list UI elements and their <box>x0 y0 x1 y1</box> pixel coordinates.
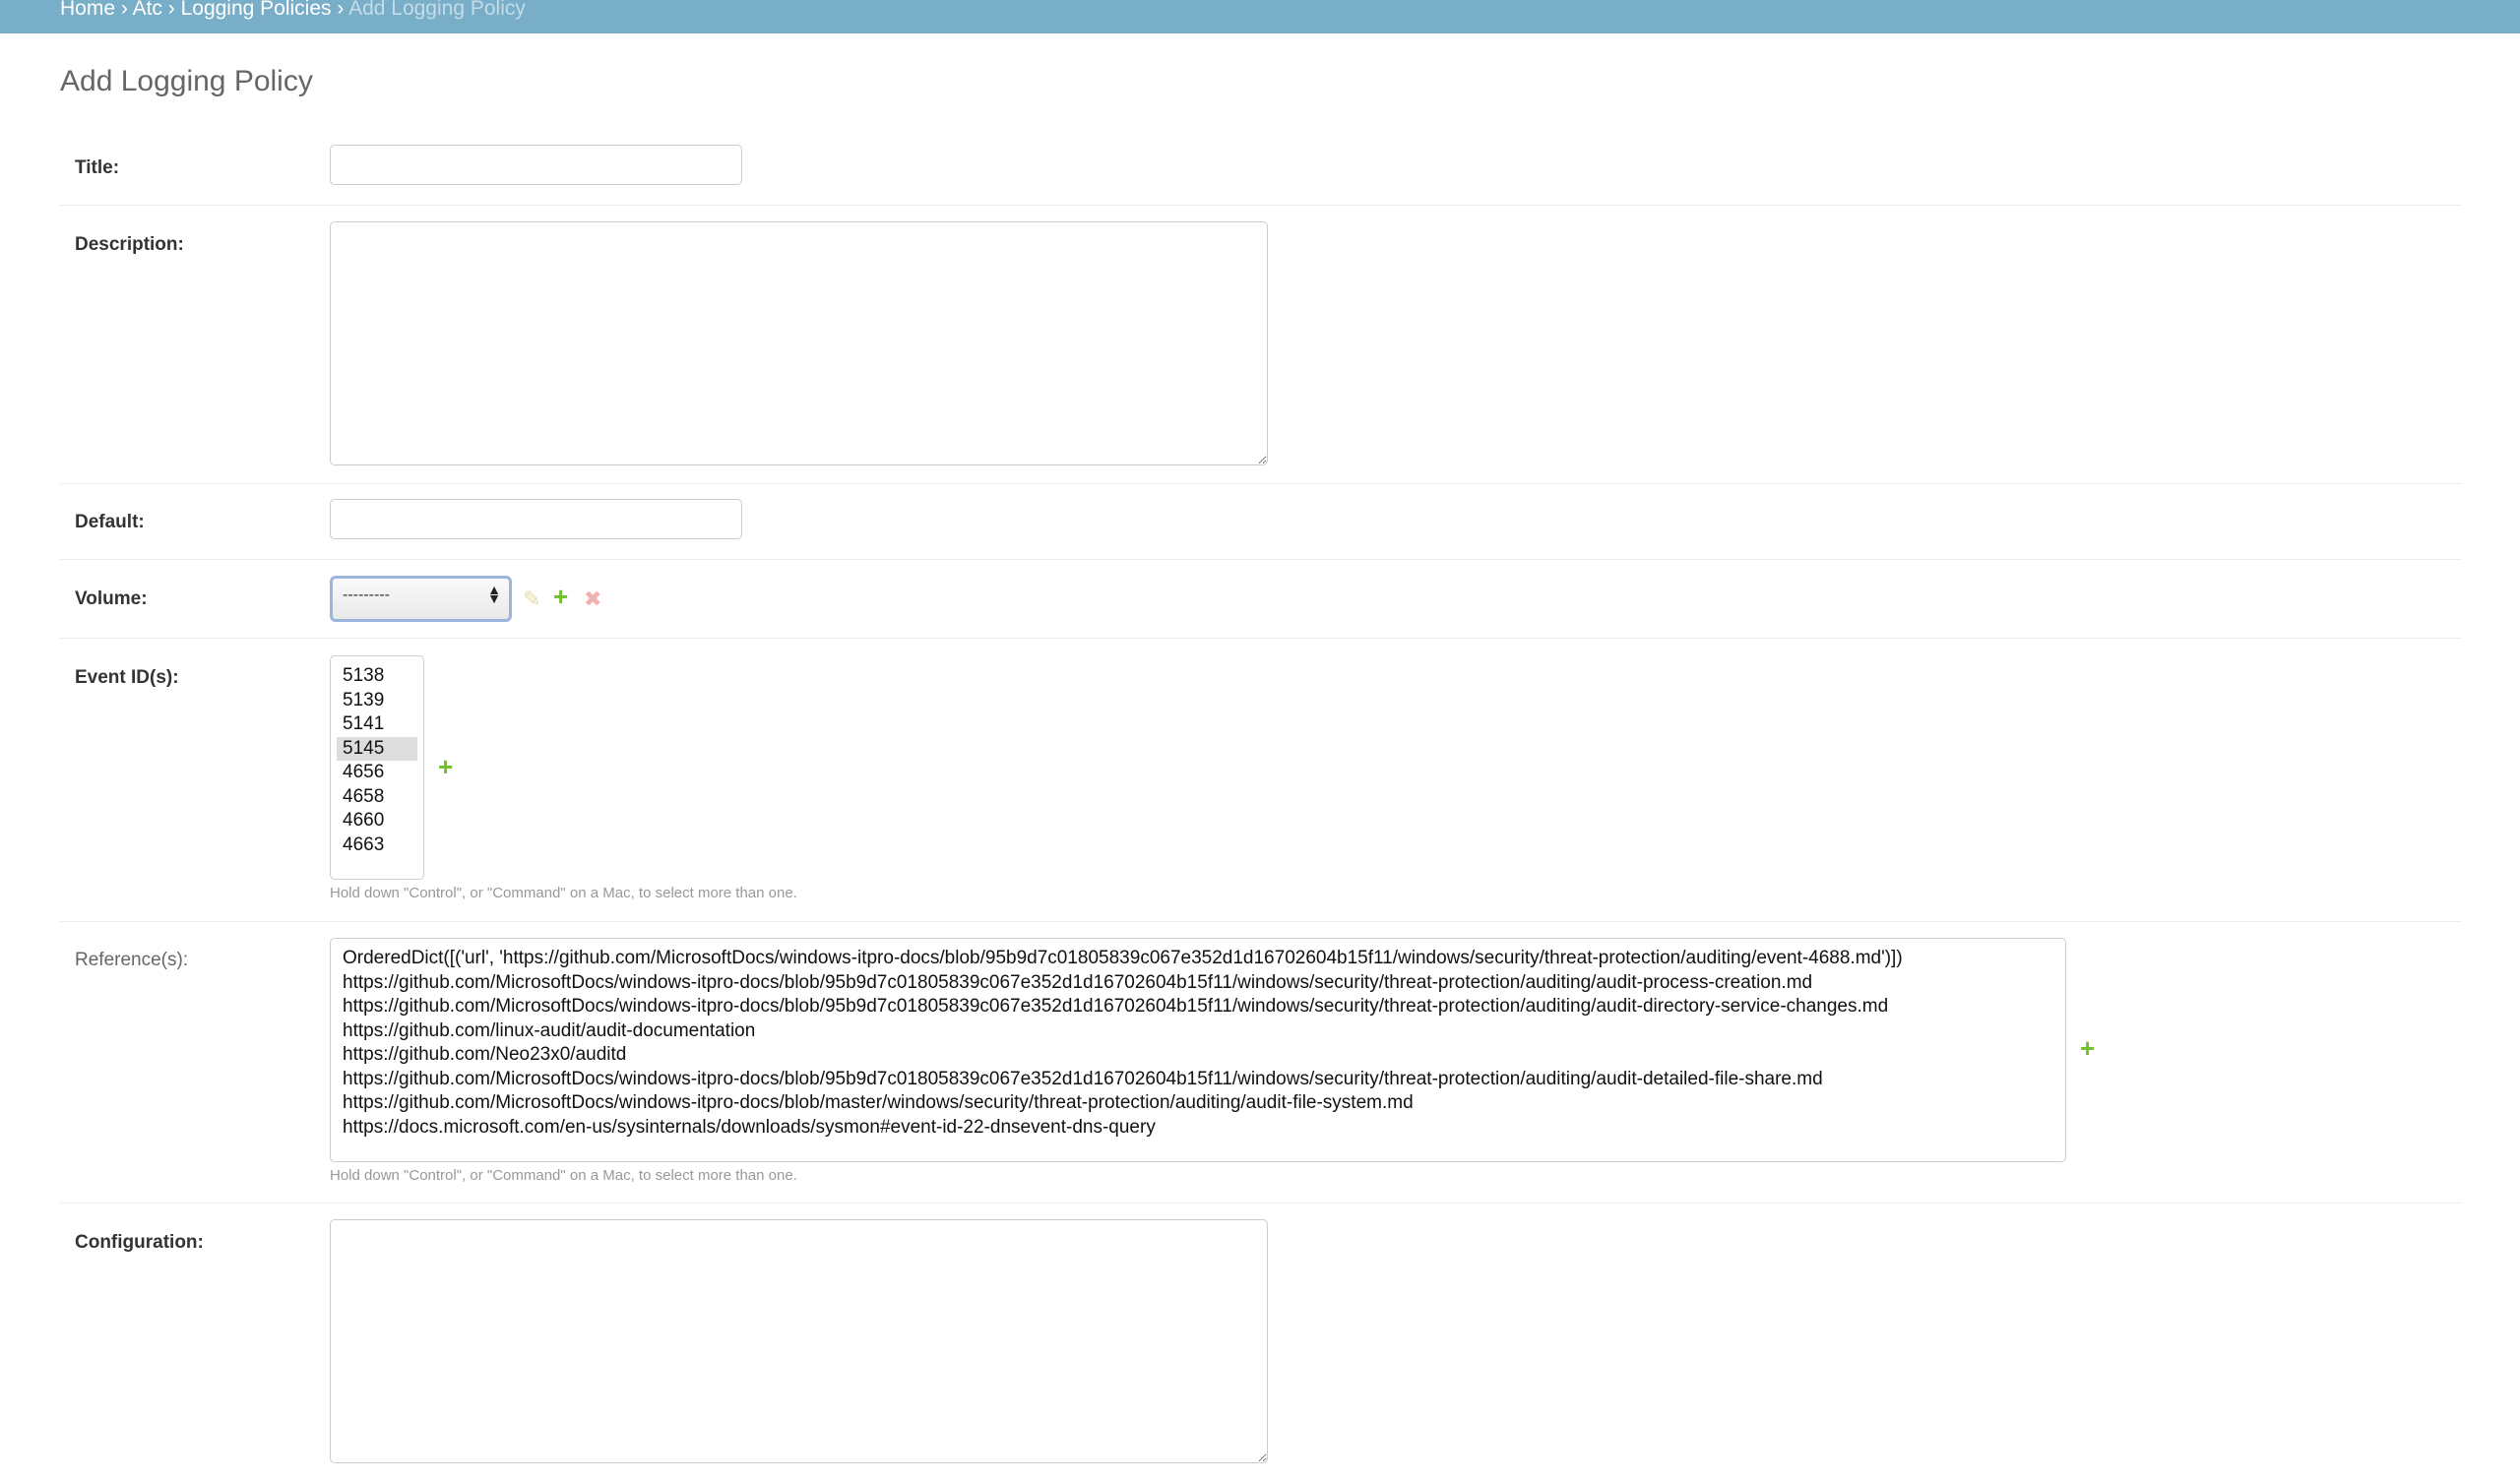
select-arrows-icon: ▲ ▼ <box>487 582 501 606</box>
page-title: Add Logging Policy <box>60 65 313 97</box>
breadcrumb-home-link[interactable]: Home <box>60 0 115 20</box>
plus-icon[interactable]: + <box>438 754 453 779</box>
list-option[interactable]: https://docs.microsoft.com/en-us/sysinte… <box>337 1116 2059 1141</box>
breadcrumb: Home › Atc › Logging Policies › Add Logg… <box>0 0 2520 33</box>
list-option[interactable]: OrderedDict([('url', 'https://github.com… <box>337 947 2059 971</box>
references-help-text: Hold down "Control", or "Command" on a M… <box>330 1167 797 1184</box>
references-multiselect[interactable]: OrderedDict([('url', 'https://github.com… <box>330 938 2066 1162</box>
form-row-event-ids: Event ID(s): 5138 5139 5141 5145 4656 4658 466… <box>60 638 2462 922</box>
event-ids-multiselect[interactable]: 5138 5139 5141 5145 4656 4658 4660 4663 <box>330 655 424 880</box>
list-option[interactable]: https://github.com/MicrosoftDocs/windows… <box>337 1068 2059 1092</box>
form-row-references: Reference(s): OrderedDict([('url', 'http… <box>60 921 2462 1204</box>
description-label: Description: <box>75 234 184 255</box>
volume-select[interactable]: --------- ▲ ▼ <box>330 576 512 622</box>
plus-icon[interactable]: + <box>2080 1035 2095 1061</box>
description-textarea[interactable] <box>330 221 1268 465</box>
volume-label: Volume: <box>75 588 148 609</box>
default-label: Default: <box>75 512 145 532</box>
form-row-description: Description: <box>60 205 2462 484</box>
list-option[interactable]: https://github.com/Neo23x0/auditd <box>337 1043 2059 1068</box>
list-option[interactable]: 4660 <box>337 809 417 834</box>
list-option[interactable]: https://github.com/linux-audit/audit-doc… <box>337 1019 2059 1044</box>
configuration-label: Configuration: <box>75 1232 204 1253</box>
form-row-configuration: Configuration: <box>60 1203 2462 1482</box>
form-row-volume: Volume: --------- ▲ ▼ ✎ + ✖ <box>60 559 2462 639</box>
form-row-title: Title: <box>60 138 2462 206</box>
breadcrumb-separator: › <box>120 0 128 20</box>
list-option[interactable]: 5145 <box>337 736 417 761</box>
volume-select-value: --------- <box>343 587 390 603</box>
list-option[interactable]: 5141 <box>337 712 417 737</box>
form-row-default: Default: <box>60 483 2462 560</box>
breadcrumb-separator: › <box>337 0 345 20</box>
title-input[interactable] <box>330 145 742 185</box>
breadcrumb-app-link[interactable]: Atc <box>133 0 162 20</box>
cross-icon[interactable]: ✖ <box>584 587 601 612</box>
list-option[interactable]: 4656 <box>337 761 417 785</box>
title-label: Title: <box>75 157 120 178</box>
breadcrumb-model-link[interactable]: Logging Policies <box>181 0 332 20</box>
list-option[interactable]: 4663 <box>337 834 417 858</box>
references-label: Reference(s): <box>75 950 189 970</box>
list-option[interactable]: 4658 <box>337 785 417 810</box>
configuration-textarea[interactable] <box>330 1219 1268 1463</box>
list-option[interactable]: 5138 <box>337 664 417 689</box>
list-option[interactable]: https://github.com/MicrosoftDocs/windows… <box>337 1091 2059 1116</box>
list-option[interactable]: 5139 <box>337 689 417 713</box>
pencil-icon[interactable]: ✎ <box>523 587 540 612</box>
event-ids-help-text: Hold down "Control", or "Command" on a M… <box>330 885 797 901</box>
event-ids-label: Event ID(s): <box>75 667 179 688</box>
breadcrumb-separator: › <box>167 0 175 20</box>
list-option[interactable]: https://github.com/MicrosoftDocs/windows… <box>337 995 2059 1019</box>
list-option[interactable]: https://github.com/MicrosoftDocs/windows… <box>337 971 2059 996</box>
default-input[interactable] <box>330 499 742 539</box>
breadcrumb-current: Add Logging Policy <box>348 0 526 20</box>
plus-icon[interactable]: + <box>553 584 568 609</box>
